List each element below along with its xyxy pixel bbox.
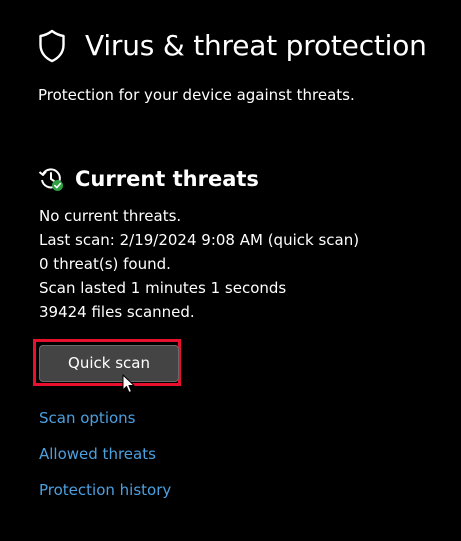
shield-icon [39,29,65,63]
page-subtitle: Protection for your device against threa… [38,86,355,104]
status-threats-found: 0 threat(s) found. [39,255,171,273]
quick-scan-button[interactable]: Quick scan [39,345,179,382]
allowed-threats-link[interactable]: Allowed threats [39,445,156,463]
status-last-scan: Last scan: 2/19/2024 9:08 AM (quick scan… [39,231,360,249]
section-title: Current threats [75,167,259,191]
mouse-cursor-icon [122,374,135,393]
status-no-threats: No current threats. [39,207,182,225]
page-header: Virus & threat protection [38,28,427,64]
scan-status: No current threats. Last scan: 2/19/2024… [39,204,359,324]
protection-history-link[interactable]: Protection history [39,481,171,499]
current-threats-header: Current threats [38,165,259,193]
page-title: Virus & threat protection [85,29,427,62]
status-scan-duration: Scan lasted 1 minutes 1 seconds [39,279,287,297]
status-files-scanned: 39424 files scanned. [39,303,195,321]
history-check-icon [38,168,63,191]
scan-options-link[interactable]: Scan options [39,409,135,427]
